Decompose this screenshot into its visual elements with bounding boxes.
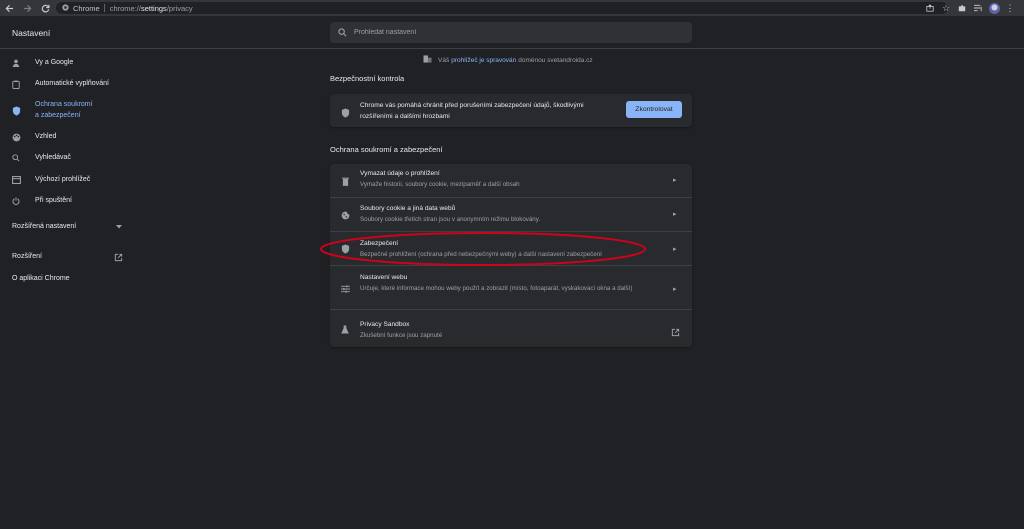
safety-check-description: Chrome vás pomáhá chránit před porušením…	[360, 102, 584, 120]
row-clear-browsing-data[interactable]: Vymazat údaje o prohlížení Vymaže histor…	[330, 164, 692, 197]
row-subtitle: Bezpečné prohlížení (ochrana před nebezp…	[360, 251, 602, 258]
clipboard-icon	[11, 79, 21, 89]
sidebar-item-appearance[interactable]: Vzhled	[0, 132, 140, 142]
reload-icon[interactable]	[36, 0, 54, 16]
extensions-label: Rozšíření	[12, 252, 42, 260]
shield-icon	[340, 244, 350, 254]
palette-icon	[11, 132, 21, 142]
sidebar-item-privacy-security[interactable]: Ochrana soukromí a zabezpečení	[0, 100, 140, 122]
privacy-card: Vymazat údaje o prohlížení Vymaže histor…	[330, 164, 692, 347]
row-subtitle: Určuje, které informace mohou weby použí…	[360, 285, 633, 292]
sidebar-item-label: Ochrana soukromí	[35, 101, 93, 108]
row-title: Nastavení webu	[360, 274, 408, 281]
chevron-right-icon: ▸	[673, 246, 677, 253]
trash-icon	[340, 176, 350, 186]
sidebar-item-label: Automatické vyplňování	[35, 79, 109, 87]
privacy-heading: Ochrana soukromí a zabezpečení	[330, 145, 443, 154]
open-in-new-icon	[113, 252, 123, 262]
back-icon[interactable]	[0, 0, 18, 16]
row-subtitle: Zkušební funkce jsou zapnuté	[360, 332, 443, 339]
chevron-down-icon	[114, 222, 124, 232]
search-icon	[11, 153, 21, 163]
sidebar-item-about-chrome[interactable]: O aplikaci Chrome	[0, 274, 140, 284]
check-now-button[interactable]: Zkontrolovat	[626, 101, 682, 118]
sidebar-item-default-browser[interactable]: Výchozí prohlížeč	[0, 175, 140, 185]
page-title: Nastavení	[12, 28, 51, 38]
chevron-right-icon: ▸	[673, 286, 677, 293]
row-title: Privacy Sandbox	[360, 321, 410, 328]
chevron-right-icon: ▸	[673, 211, 677, 218]
flask-icon	[340, 324, 350, 334]
sidebar-item-search-engine[interactable]: Vyhledávač	[0, 153, 140, 163]
share-icon[interactable]	[924, 1, 936, 15]
search-input[interactable]	[354, 29, 674, 36]
row-subtitle: Soubory cookie třetích stran jsou v anon…	[360, 216, 541, 223]
menu-kebab-icon[interactable]: ⋮	[1004, 1, 1016, 15]
extensions-puzzle-icon[interactable]	[956, 1, 968, 15]
reading-list-icon[interactable]	[972, 1, 984, 15]
managed-notice: Váš prohlížeč je spravován doménou sveta…	[423, 55, 593, 65]
cookie-icon	[340, 210, 350, 220]
person-icon	[11, 58, 21, 68]
managed-link[interactable]: prohlížeč je spravován	[451, 57, 516, 64]
chevron-right-icon: ▸	[673, 177, 677, 184]
safety-check-heading: Bezpečnostní kontrola	[330, 74, 405, 83]
shield-icon	[341, 105, 350, 123]
building-icon	[423, 55, 432, 65]
sidebar-item-label: Výchozí prohlížeč	[35, 175, 91, 183]
sidebar-item-you-and-google[interactable]: Vy a Google	[0, 58, 140, 68]
url-path: /privacy	[166, 3, 193, 13]
address-bar[interactable]: Chrome chrome://settings/privacy	[56, 2, 948, 14]
advanced-label: Rozšířená nastavení	[12, 222, 77, 230]
sliders-icon	[340, 284, 350, 294]
search-icon	[338, 24, 347, 42]
managed-suffix: doménou svetandroida.cz	[518, 56, 593, 64]
managed-prefix: Váš	[438, 56, 450, 64]
row-title: Soubory cookie a jiná data webů	[360, 205, 456, 212]
avatar[interactable]	[988, 1, 1000, 15]
address-separator	[103, 4, 105, 12]
open-in-new-icon	[671, 324, 680, 342]
about-label: O aplikaci Chrome	[12, 274, 70, 282]
row-cookies[interactable]: Soubory cookie a jiná data webů Soubory …	[330, 197, 692, 231]
settings-header: Nastavení	[0, 16, 1024, 49]
row-security[interactable]: Zabezpečení Bezpečné prohlížení (ochrana…	[330, 231, 692, 265]
sidebar-item-label: Vyhledávač	[35, 153, 71, 161]
sidebar-item-label: Při spuštění	[35, 196, 72, 204]
browser-icon	[11, 175, 21, 185]
row-title: Zabezpečení	[360, 240, 399, 247]
sidebar-item-label-line2: a zabezpečení	[35, 112, 81, 119]
sidebar-item-label: Vy a Google	[35, 58, 74, 66]
browser-toolbar: Chrome chrome://settings/privacy ☆ ⋮	[0, 0, 1024, 16]
power-icon	[11, 196, 21, 206]
url-host: settings	[140, 3, 167, 13]
sidebar-item-autofill[interactable]: Automatické vyplňování	[0, 79, 140, 89]
chrome-logo-icon	[62, 3, 69, 13]
row-subtitle: Vymaže historii, soubory cookie, mezipam…	[360, 181, 520, 188]
toolbar-actions: ☆ ⋮	[924, 1, 1016, 15]
site-label: Chrome	[73, 3, 100, 13]
safety-check-card: Chrome vás pomáhá chránit před porušením…	[330, 94, 692, 127]
row-site-settings[interactable]: Nastavení webu Určuje, které informace m…	[330, 265, 692, 309]
shield-icon	[11, 106, 21, 116]
url-scheme: chrome://	[109, 3, 141, 13]
forward-icon[interactable]	[18, 0, 36, 16]
sidebar-item-label: Vzhled	[35, 132, 57, 140]
row-privacy-sandbox[interactable]: Privacy Sandbox Zkušební funkce jsou zap…	[330, 309, 692, 347]
bookmark-star-icon[interactable]: ☆	[940, 1, 952, 15]
sidebar-advanced-toggle[interactable]: Rozšířená nastavení	[0, 222, 140, 232]
row-title: Vymazat údaje o prohlížení	[360, 170, 440, 177]
sidebar-item-on-startup[interactable]: Při spuštění	[0, 196, 140, 206]
settings-search[interactable]	[330, 22, 692, 43]
sidebar-item-extensions[interactable]: Rozšíření	[0, 252, 140, 262]
